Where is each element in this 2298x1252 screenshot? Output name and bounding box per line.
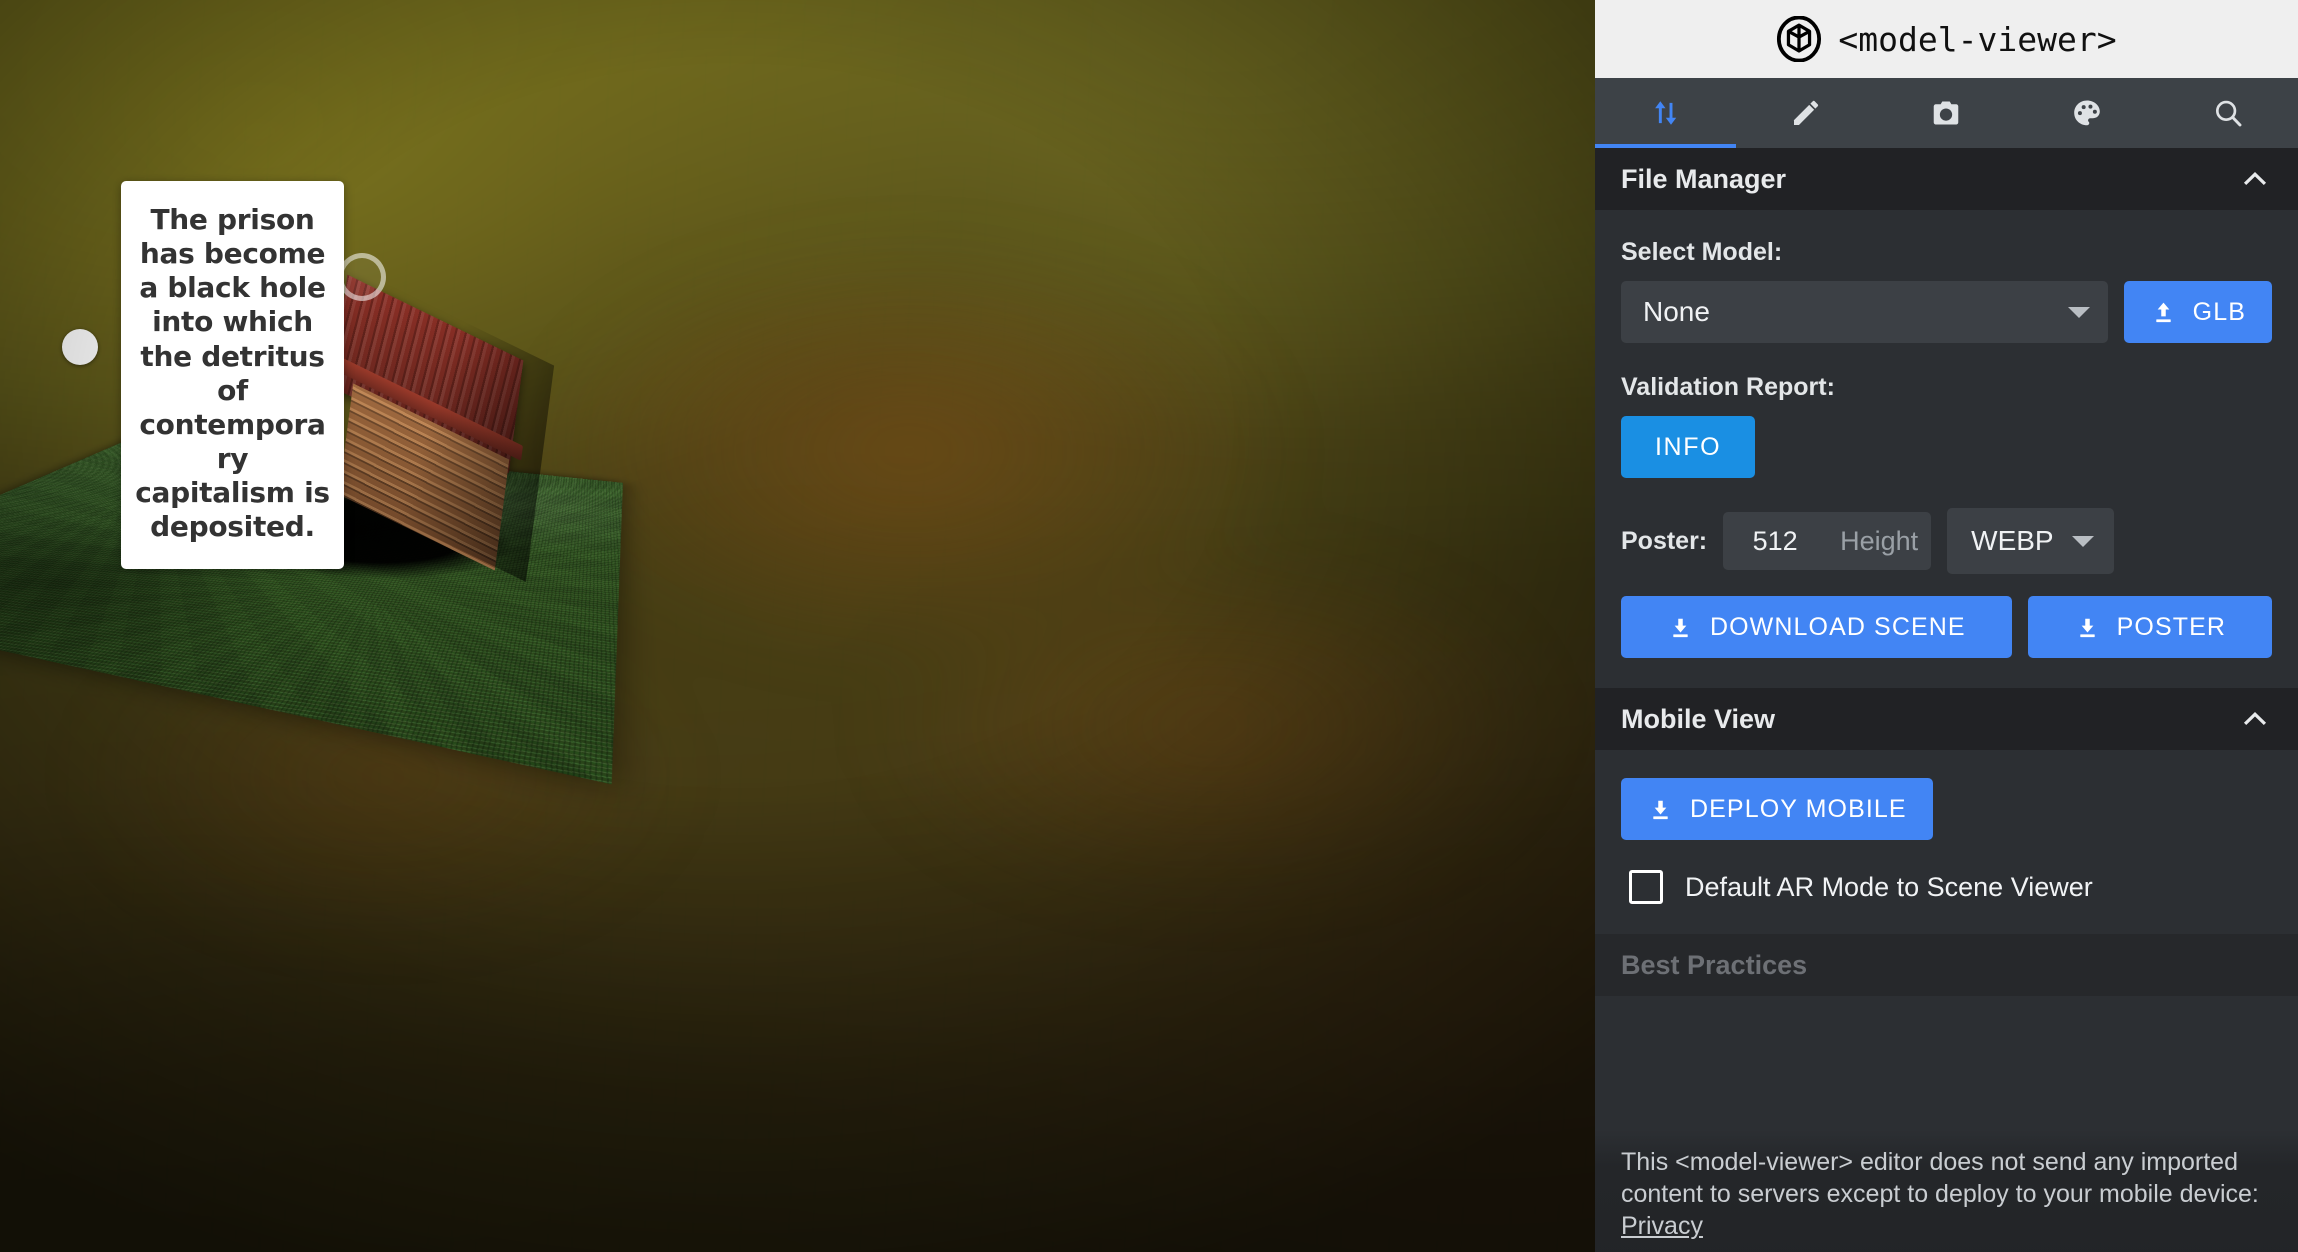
poster-dimensions-group bbox=[1723, 512, 1932, 570]
download-icon bbox=[1673, 618, 1688, 637]
model-viewport[interactable]: The prison has become a black hole into … bbox=[0, 0, 1595, 1252]
palette-icon bbox=[2074, 100, 2100, 126]
best-practices-title: Best Practices bbox=[1621, 949, 1808, 980]
section-header-file-manager[interactable]: File Manager bbox=[1595, 148, 2298, 210]
app-wordmark: <model-viewer> bbox=[1838, 19, 2117, 59]
upload-icon bbox=[2155, 302, 2171, 322]
select-model-label: Select Model: bbox=[1621, 238, 1783, 266]
panel-tabbar bbox=[1595, 78, 2298, 148]
pencil-icon bbox=[1793, 100, 1819, 125]
validation-info-button[interactable]: INFO bbox=[1621, 416, 1756, 478]
poster-settings-row: Poster: WEBP bbox=[1621, 508, 2272, 574]
mobile-view-title: Mobile View bbox=[1621, 703, 1776, 734]
privacy-notice-text: This <model-viewer> editor does not send… bbox=[1621, 1148, 2259, 1208]
download-icon bbox=[1653, 800, 1668, 819]
privacy-notice: This <model-viewer> editor does not send… bbox=[1595, 1130, 2298, 1252]
mobile-view-body: DEPLOY MOBILE Default AR Mode to Scene V… bbox=[1595, 750, 2298, 934]
ar-mode-checkbox[interactable] bbox=[1629, 870, 1663, 904]
chevron-up-icon[interactable] bbox=[2240, 164, 2270, 194]
upload-glb-label: GLB bbox=[2192, 297, 2246, 326]
model-viewer-editor: The prison has become a black hole into … bbox=[0, 0, 2298, 1252]
validation-info-label: INFO bbox=[1655, 432, 1722, 461]
deploy-mobile-button[interactable]: DEPLOY MOBILE bbox=[1621, 778, 1933, 840]
poster-height-input[interactable] bbox=[1827, 525, 1932, 557]
model-select-value: None bbox=[1643, 296, 1710, 327]
section-header-best-practices[interactable]: Best Practices bbox=[1595, 934, 2298, 996]
caret-down-icon bbox=[2067, 306, 2090, 318]
select-model-row: None GLB bbox=[1621, 281, 2272, 343]
download-buttons-row: DOWNLOAD SCENE POSTER bbox=[1621, 596, 2272, 658]
annotation-callout[interactable]: The prison has become a black hole into … bbox=[121, 181, 344, 569]
deploy-mobile-label: DEPLOY MOBILE bbox=[1690, 794, 1907, 823]
tab-inspect[interactable] bbox=[2157, 78, 2298, 148]
panel-body[interactable]: File Manager Select Model: None GLB Vali… bbox=[1595, 148, 2298, 1252]
panel-header: <model-viewer> bbox=[1595, 0, 2298, 78]
download-icon bbox=[2079, 618, 2095, 637]
download-scene-button[interactable]: DOWNLOAD SCENE bbox=[1621, 596, 2012, 658]
validation-report-label: Validation Report: bbox=[1621, 373, 1835, 401]
camera-icon bbox=[1934, 101, 1959, 125]
tab-edit[interactable] bbox=[1736, 78, 1877, 148]
file-manager-title: File Manager bbox=[1621, 163, 1787, 194]
search-icon bbox=[2215, 100, 2242, 127]
caret-down-icon bbox=[2071, 535, 2094, 547]
poster-label: Poster: bbox=[1621, 526, 1708, 555]
model-select[interactable]: None bbox=[1621, 281, 2108, 343]
upload-glb-button[interactable]: GLB bbox=[2123, 281, 2272, 343]
poster-format-select[interactable]: WEBP bbox=[1947, 508, 2114, 574]
privacy-link[interactable]: Privacy bbox=[1621, 1212, 1703, 1240]
ar-mode-label: Default AR Mode to Scene Viewer bbox=[1685, 871, 2093, 902]
chevron-up-icon[interactable] bbox=[2240, 704, 2270, 734]
download-poster-button[interactable]: POSTER bbox=[2027, 596, 2272, 658]
tab-import-export[interactable] bbox=[1595, 78, 1736, 148]
editor-panel: <model-viewer> File Manager Select Model… bbox=[1595, 0, 2298, 1252]
model-viewer-cube-icon bbox=[1777, 16, 1822, 62]
tab-camera[interactable] bbox=[1876, 78, 2017, 148]
poster-format-value: WEBP bbox=[1971, 525, 2054, 556]
import-export-arrows-icon bbox=[1655, 101, 1677, 125]
section-header-mobile-view[interactable]: Mobile View bbox=[1595, 688, 2298, 750]
ar-mode-row[interactable]: Default AR Mode to Scene Viewer bbox=[1621, 870, 2272, 904]
file-manager-body: Select Model: None GLB Validation Report… bbox=[1595, 210, 2298, 688]
tab-materials[interactable] bbox=[2017, 78, 2158, 148]
download-poster-label: POSTER bbox=[2116, 612, 2227, 641]
download-scene-label: DOWNLOAD SCENE bbox=[1709, 612, 1966, 641]
poster-width-input[interactable] bbox=[1723, 525, 1828, 557]
